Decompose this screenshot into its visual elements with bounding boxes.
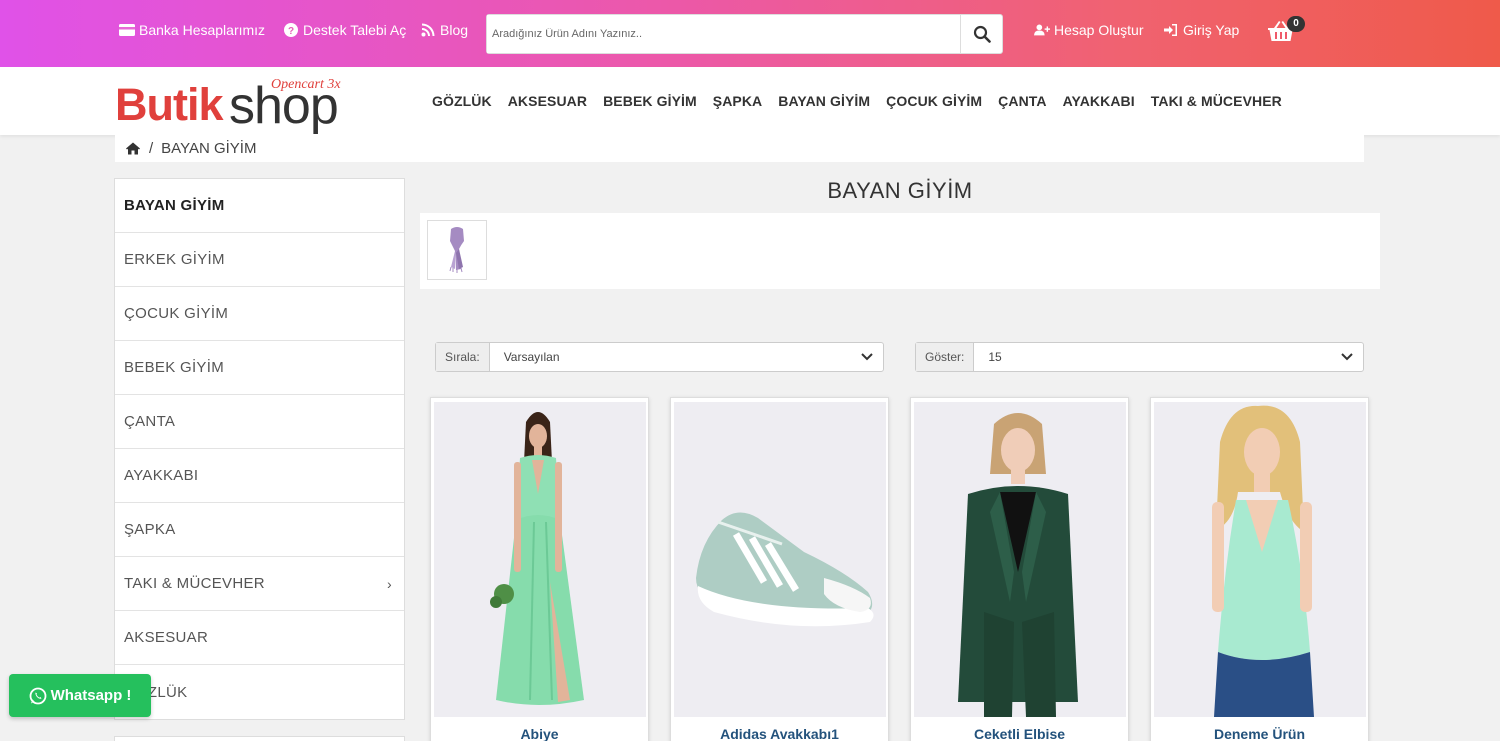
nav-item-sapka[interactable]: ŞAPKA [713,93,763,109]
sidebar-item-label: TAKI & MÜCEVHER [124,575,265,592]
sidebar-item-canta[interactable]: ÇANTA [115,395,404,449]
sidebar-item-label: ŞAPKA [124,521,176,538]
scarf-thumbnail-image [449,227,464,273]
top-bar: Banka Hesaplarımız ? Destek Talebi Aç Bl… [0,0,1500,67]
nav-item-bayan-giyim[interactable]: BAYAN GİYİM [778,93,870,109]
nav-item-canta[interactable]: ÇANTA [998,93,1046,109]
cart-button[interactable]: 0 [1266,14,1310,44]
register-label: Hesap Oluştur [1054,22,1144,38]
login-label: Giriş Yap [1183,22,1240,38]
breadcrumb: / BAYAN GİYİM [115,135,1364,162]
search-icon [973,25,991,43]
sort-value: Varsayılan [503,350,560,364]
product-name-link[interactable]: Ceketli Elbise [911,726,1128,741]
category-title: BAYAN GİYİM [827,178,973,203]
sidebar-item-sapka[interactable]: ŞAPKA [115,503,404,557]
blog-label: Blog [440,22,469,38]
search-input[interactable] [487,15,960,53]
chevron-down-icon [1341,353,1353,361]
search-bar [486,14,1003,54]
nav-item-taki-mucevher[interactable]: TAKI & MÜCEVHER [1151,93,1282,109]
sidebar-item-ayakkabi[interactable]: AYAKKABI [115,449,404,503]
whatsapp-icon [29,687,46,704]
sidebar-item-gozluk[interactable]: GÖZLÜK [115,665,404,719]
limit-label: Göster: [916,343,975,371]
sidebar-item-label: AKSESUAR [124,629,209,646]
chevron-right-icon: › [387,575,392,592]
nav-item-ayakkabi[interactable]: AYAKKABI [1063,93,1135,109]
blog-link[interactable]: Blog [420,22,468,38]
sidebar-item-label: ERKEK GİYİM [124,251,225,268]
product-card[interactable]: Abiye [430,397,649,741]
site-logo[interactable]: Butik shop Opencart 3x [115,75,355,135]
sort-label: Sırala: [436,343,490,371]
product-image-blazer[interactable] [914,402,1126,717]
breadcrumb-separator: / [149,140,154,157]
nav-item-aksesuar[interactable]: AKSESUAR [508,93,587,109]
support-ticket-link[interactable]: ? Destek Talebi Aç [283,22,406,38]
whatsapp-button[interactable]: Whatsapp ! [9,674,151,717]
home-icon[interactable] [126,142,140,155]
product-card[interactable]: Adidas Avakkabı1 [670,397,889,741]
main-nav: GÖZLÜK AKSESUAR BEBEK GİYİM ŞAPKA BAYAN … [432,93,1298,109]
subcategory-box [420,213,1380,289]
sidebar-item-erkek-giyim[interactable]: ERKEK GİYİM [115,233,404,287]
sidebar-item-bayan-giyim[interactable]: BAYAN GİYİM [115,179,404,233]
bank-accounts-label: Banka Hesaplarımız [139,22,266,38]
user-plus-icon [1034,24,1050,36]
sidebar-item-cocuk-giyim[interactable]: ÇOCUK GİYİM [115,287,404,341]
product-name-link[interactable]: Abiye [431,726,648,741]
sidebar-item-label: ÇOCUK GİYİM [124,305,229,322]
product-image-dress[interactable] [434,402,646,717]
sidebar-item-label: BAYAN GİYİM [124,197,225,214]
sign-in-icon [1164,24,1177,36]
credit-card-icon [119,24,135,36]
search-button[interactable] [960,15,1002,53]
sidebar-item-taki-mucevher[interactable]: TAKI & MÜCEVHER › [115,557,404,611]
subcategory-thumbnail[interactable] [427,220,487,280]
product-image-sneaker[interactable] [674,402,886,717]
question-circle-icon: ? [284,23,298,37]
sidebar-item-aksesuar[interactable]: AKSESUAR [115,611,404,665]
sidebar-item-bebek-giyim[interactable]: BEBEK GİYİM [115,341,404,395]
logo-text-main: Butik [115,79,223,130]
nav-item-cocuk-giyim[interactable]: ÇOCUK GİYİM [886,93,982,109]
breadcrumb-current: BAYAN GİYİM [161,140,257,157]
svg-text:?: ? [288,26,294,37]
sort-select[interactable]: Varsayılan [490,343,883,371]
product-name-link[interactable]: Deneme Ürün [1151,726,1368,741]
nav-item-bebek-giyim[interactable]: BEBEK GİYİM [603,93,697,109]
category-sidebar: BAYAN GİYİM ERKEK GİYİM ÇOCUK GİYİM BEBE… [114,178,405,720]
product-image-tank-top[interactable] [1154,402,1366,717]
product-card[interactable]: Ceketli Elbise [910,397,1129,741]
rss-icon [421,23,435,37]
cart-count-badge: 0 [1287,16,1305,32]
register-link[interactable]: Hesap Oluştur [1034,22,1143,38]
limit-value: 15 [988,350,1002,364]
limit-select[interactable]: 15 [974,343,1363,371]
whatsapp-label: Whatsapp ! [50,687,132,704]
login-link[interactable]: Giriş Yap [1163,22,1239,38]
sidebar-item-label: BEBEK GİYİM [124,359,224,376]
sort-control: Sırala: Varsayılan [435,342,884,372]
sidebar-item-label: AYAKKABI [124,467,199,484]
nav-item-gozluk[interactable]: GÖZLÜK [432,93,492,109]
logo-tagline: Opencart 3x [271,77,341,92]
main-header: Butik shop Opencart 3x GÖZLÜK AKSESUAR B… [0,67,1500,135]
product-card[interactable]: Deneme Ürün [1150,397,1369,741]
chevron-down-icon [861,353,873,361]
sidebar-secondary-panel [114,736,405,741]
limit-control: Göster: 15 [915,342,1364,372]
support-ticket-label: Destek Talebi Aç [303,22,407,38]
bank-accounts-link[interactable]: Banka Hesaplarımız [119,22,265,38]
sidebar-item-label: ÇANTA [124,413,176,430]
product-name-link[interactable]: Adidas Avakkabı1 [671,726,888,741]
